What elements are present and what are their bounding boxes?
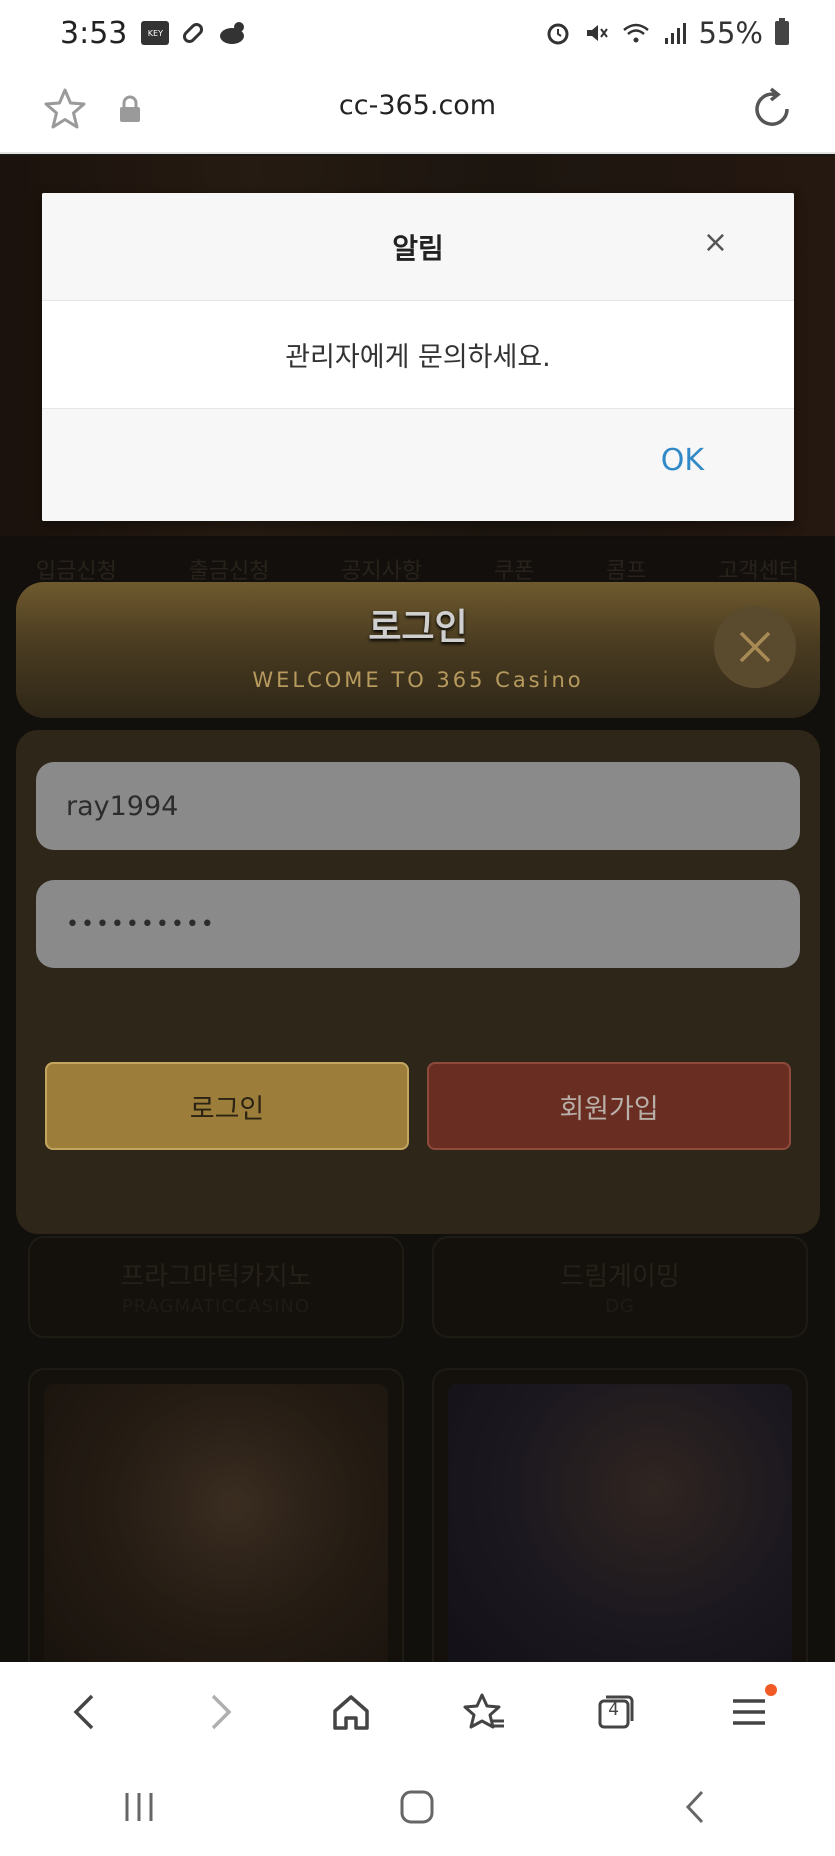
hamburger-menu-icon [732,1699,765,1725]
app-notification-icon [220,22,245,44]
login-header: 로그인 WELCOME TO 365 Casino [16,582,820,718]
back-nav-button[interactable] [676,1787,716,1831]
bookmarks-icon [463,1693,504,1729]
chevron-right-icon [211,1694,232,1730]
notification-dot [764,1684,777,1696]
login-close-button[interactable] [714,606,796,688]
home-button[interactable] [321,1682,381,1742]
login-form: ray1994 •••••••••• 로그인 회원가입 [16,730,820,1234]
menu-button[interactable] [719,1682,779,1742]
status-time: 3:53 [60,15,128,51]
back-button[interactable] [56,1682,116,1742]
browser-toolbar: 4 [0,1662,835,1762]
battery-percent: 55% [698,16,763,50]
key-icon: KEY [141,21,170,45]
alert-close-button[interactable]: × [703,225,728,260]
alert-message: 관리자에게 문의하세요. [42,301,794,409]
home-nav-button[interactable] [397,1787,437,1831]
battery-icon [775,18,789,45]
login-button[interactable]: 로그인 [45,1062,409,1150]
wifi-icon [622,23,649,43]
browser-url-bar: cc-365.com [0,66,835,154]
login-title: 로그인 [368,607,468,648]
bookmarks-button[interactable] [454,1682,514,1742]
username-input[interactable]: ray1994 [36,762,800,850]
login-subtitle: WELCOME TO 365 Casino [252,668,584,692]
lock-icon[interactable] [116,94,144,124]
alert-dialog: 알림 × 관리자에게 문의하세요. OK [42,193,794,521]
alert-ok-button[interactable]: OK [661,443,704,478]
signal-icon [664,23,686,44]
recents-button[interactable] [119,1787,159,1831]
password-input[interactable]: •••••••••• [36,880,800,968]
alert-title: 알림 [392,232,444,265]
status-system-icons: 55% [545,16,789,50]
home-square-icon [400,1790,434,1824]
back-arrow-icon [685,1790,703,1824]
recent-apps-icon [125,1793,153,1821]
tab-count: 4 [608,1700,620,1720]
mute-icon [586,25,608,41]
status-notification-icons: KEY [141,19,247,47]
forward-button[interactable] [189,1682,249,1742]
reload-icon[interactable] [747,84,797,134]
status-bar: 3:53 KEY 55% [0,0,835,66]
chevron-left-icon [73,1694,94,1730]
home-icon [333,1695,369,1730]
alert-header: 알림 × [42,193,794,301]
close-icon [739,631,771,663]
tabs-button[interactable]: 4 [586,1682,646,1742]
alert-footer: OK [42,409,794,521]
system-nav-bar [0,1762,835,1856]
bookmark-star-icon[interactable] [42,86,88,132]
signup-button[interactable]: 회원가입 [427,1062,791,1150]
pill-icon [183,22,204,44]
alarm-icon [547,23,569,45]
